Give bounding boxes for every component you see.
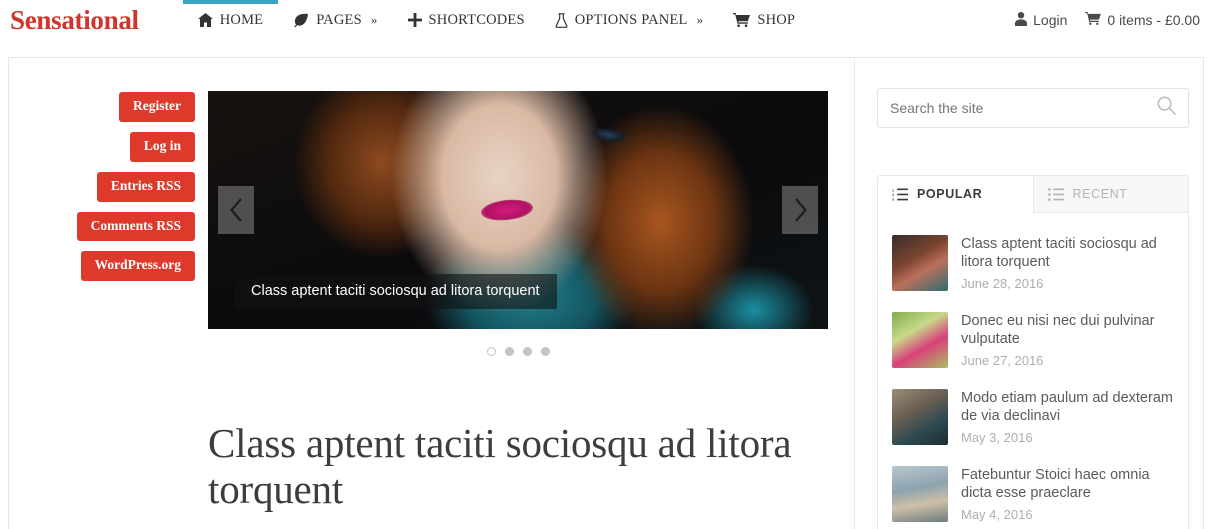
chevron-left-icon xyxy=(228,197,245,223)
post-date: May 3, 2016 xyxy=(961,429,1033,445)
post-thumbnail xyxy=(892,389,948,445)
main-column: Register Log in Entries RSS Comments RSS… xyxy=(9,58,855,529)
post-date: May 4, 2016 xyxy=(961,506,1033,522)
nav-item-options-panel[interactable]: OPTIONS PANEL » xyxy=(540,0,719,40)
slider-dot-4[interactable] xyxy=(540,347,550,356)
cart-icon xyxy=(1085,12,1102,28)
slider-dot-2[interactable] xyxy=(504,347,514,356)
plus-icon xyxy=(407,13,422,27)
page-container: Register Log in Entries RSS Comments RSS… xyxy=(8,57,1204,529)
post-date: June 27, 2016 xyxy=(961,352,1044,368)
meta-buttons-list: Register Log in Entries RSS Comments RSS… xyxy=(9,92,195,282)
post-title[interactable]: Modo etiam paulum ad dexteram de via dec… xyxy=(961,389,1174,426)
post-thumbnail xyxy=(892,235,948,291)
list-item[interactable]: Fatebuntur Stoici haec omnia dicta esse … xyxy=(892,456,1174,529)
slide-image-detail xyxy=(591,126,628,144)
tab-list: 123 POPULAR RECENT xyxy=(878,176,1188,213)
tab-popular[interactable]: 123 POPULAR xyxy=(878,176,1033,213)
post-text-block: Modo etiam paulum ad dexteram de via dec… xyxy=(961,389,1174,445)
slider-stage[interactable]: Class aptent taciti sociosqu ad litora t… xyxy=(208,91,828,329)
post-thumbnail xyxy=(892,466,948,522)
nav-item-home-label: HOME xyxy=(219,11,264,28)
nav-item-shortcodes-label: SHORTCODES xyxy=(428,11,525,28)
site-logo[interactable]: Sensational xyxy=(0,5,139,36)
post-title[interactable]: Donec eu nisi nec dui pulvinar vulputate xyxy=(961,312,1174,349)
register-button[interactable]: Register xyxy=(119,92,195,122)
slider-prev-button[interactable] xyxy=(218,186,254,234)
nav-item-shortcodes[interactable]: SHORTCODES xyxy=(393,0,540,40)
chevron-right-icon xyxy=(792,197,809,223)
search-input[interactable] xyxy=(878,89,1188,127)
nav-item-shop[interactable]: SHOP xyxy=(718,0,810,40)
svg-text:3: 3 xyxy=(892,197,894,201)
entries-rss-button[interactable]: Entries RSS xyxy=(96,171,195,202)
nav-item-pages-label: PAGES xyxy=(316,11,362,28)
search-widget xyxy=(877,88,1189,128)
comments-rss-button[interactable]: Comments RSS xyxy=(76,211,195,242)
slider-next-button[interactable] xyxy=(782,186,818,234)
nav-item-shop-label: SHOP xyxy=(757,11,796,28)
tab-popular-label: POPULAR xyxy=(917,187,983,201)
unordered-list-icon xyxy=(1047,187,1064,201)
post-text-block: Class aptent taciti sociosqu ad litora t… xyxy=(961,235,1174,291)
search-icon[interactable] xyxy=(1157,96,1176,120)
list-item[interactable]: Donec eu nisi nec dui pulvinar vulputate… xyxy=(892,302,1174,379)
tab-recent[interactable]: RECENT xyxy=(1032,176,1188,213)
slider-caption[interactable]: Class aptent taciti sociosqu ad litora t… xyxy=(234,274,557,309)
post-text-block: Fatebuntur Stoici haec omnia dicta esse … xyxy=(961,466,1174,522)
cart-icon xyxy=(733,13,751,27)
login-link[interactable]: Login xyxy=(1015,11,1068,29)
chevron-right-icon: » xyxy=(696,12,704,27)
list-item[interactable]: Modo etiam paulum ad dexteram de via dec… xyxy=(892,379,1174,456)
post-article: Class aptent taciti sociosqu ad litora t… xyxy=(208,420,842,529)
nav-item-home[interactable]: HOME xyxy=(182,0,279,40)
main-navigation: HOME PAGES » SHORTCODES OPTIONS PANEL » xyxy=(182,0,810,40)
chevron-right-icon: » xyxy=(370,12,378,27)
slide-image-detail xyxy=(479,197,534,224)
svg-text:2: 2 xyxy=(892,192,894,196)
cart-summary[interactable]: 0 items - £0.00 xyxy=(1085,12,1200,28)
sidebar: 123 POPULAR RECENT Class aptent taciti s… xyxy=(855,58,1203,529)
home-icon xyxy=(197,13,213,27)
featured-slider: Class aptent taciti sociosqu ad litora t… xyxy=(208,91,842,356)
header-utility-area: Login 0 items - £0.00 xyxy=(1015,0,1200,40)
list-item[interactable]: Class aptent taciti sociosqu ad litora t… xyxy=(892,225,1174,302)
posts-tabs-widget: 123 POPULAR RECENT Class aptent taciti s… xyxy=(877,175,1189,529)
site-header: Sensational HOME PAGES » SHORTCODES OPTI… xyxy=(0,0,1212,40)
post-date: June 28, 2016 xyxy=(961,275,1044,291)
cart-label: 0 items - £0.00 xyxy=(1107,12,1200,28)
popular-posts-list: Class aptent taciti sociosqu ad litora t… xyxy=(878,213,1188,529)
ordered-list-icon: 123 xyxy=(892,188,908,201)
post-text-block: Donec eu nisi nec dui pulvinar vulputate… xyxy=(961,312,1174,368)
leaf-icon xyxy=(293,13,309,27)
nav-item-options-panel-label: OPTIONS PANEL xyxy=(574,11,688,28)
tab-recent-label: RECENT xyxy=(1072,187,1128,201)
slider-dot-3[interactable] xyxy=(522,347,532,356)
slider-dot-1[interactable] xyxy=(486,347,496,356)
svg-text:1: 1 xyxy=(892,188,894,192)
wordpress-org-button[interactable]: WordPress.org xyxy=(80,251,195,282)
flask-icon xyxy=(555,12,568,28)
login-label: Login xyxy=(1033,12,1068,28)
post-title[interactable]: Fatebuntur Stoici haec omnia dicta esse … xyxy=(961,466,1174,503)
post-thumbnail xyxy=(892,312,948,368)
login-button[interactable]: Log in xyxy=(129,131,195,162)
post-title[interactable]: Class aptent taciti sociosqu ad litora t… xyxy=(961,235,1174,272)
slider-pagination xyxy=(208,347,828,356)
user-icon xyxy=(1015,11,1028,29)
nav-item-pages[interactable]: PAGES » xyxy=(278,0,392,40)
post-title[interactable]: Class aptent taciti sociosqu ad litora t… xyxy=(208,420,842,512)
